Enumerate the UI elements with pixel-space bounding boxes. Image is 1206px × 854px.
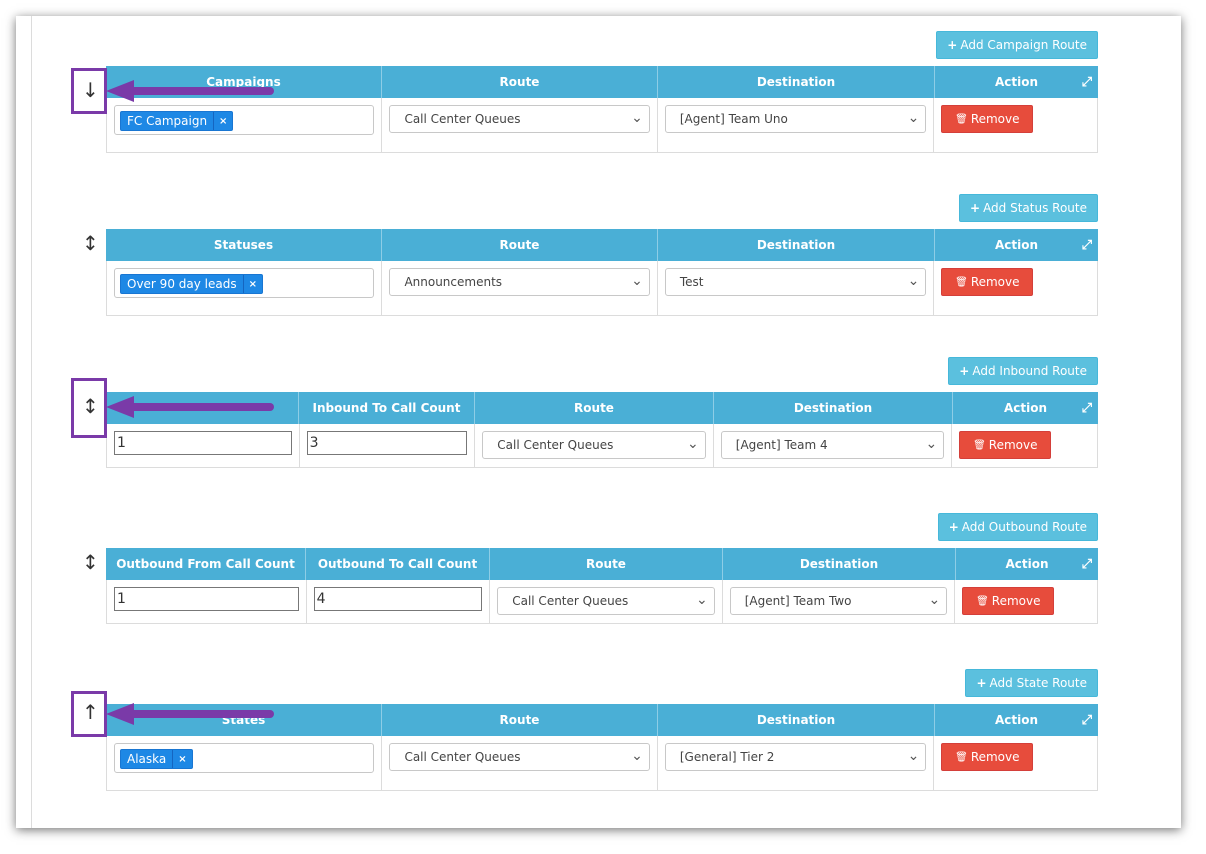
remove-button[interactable]: 🗑 Remove xyxy=(941,268,1034,296)
sort-down-icon[interactable]: ↓ xyxy=(82,80,99,100)
route-select[interactable]: Call Center Queues ⌄ xyxy=(497,587,715,615)
chevron-down-icon: ⌄ xyxy=(907,273,920,289)
sort-icon[interactable]: ↕ xyxy=(82,552,99,572)
remove-tag-icon[interactable]: × xyxy=(172,750,191,768)
col-destination: Destination xyxy=(714,392,953,424)
col-destination: Destination xyxy=(658,66,935,98)
route-select[interactable]: Call Center Queues ⌄ xyxy=(389,105,650,133)
chevron-down-icon: ⌄ xyxy=(696,592,708,608)
col-action: Action ⤢ xyxy=(994,713,1092,728)
add-status-route-button[interactable]: + Add Status Route xyxy=(959,194,1098,222)
add-campaign-route-button[interactable]: + Add Campaign Route xyxy=(936,31,1098,59)
sort-icon[interactable]: ↕ xyxy=(82,396,99,416)
destination-select[interactable]: Test ⌄ xyxy=(664,268,927,296)
plus-icon: + xyxy=(976,676,987,690)
sort-up-icon[interactable]: ↑ xyxy=(82,702,99,722)
remove-tag-icon[interactable]: × xyxy=(213,112,232,130)
col-inbound-to: Inbound To Call Count xyxy=(299,392,475,424)
outbound-to-input[interactable]: 4 xyxy=(313,587,483,611)
table-row: FC Campaign × Call Center Queues ⌄ [Agent… xyxy=(106,98,1098,153)
add-outbound-route-button[interactable]: + Add Outbound Route xyxy=(937,513,1098,541)
col-route: Route xyxy=(382,66,658,98)
chevron-down-icon: ⌄ xyxy=(907,748,920,764)
table-row: 1 3 Call Center Queues ⌄ [Agent] Team 4 ⌄ … xyxy=(106,424,1098,468)
table-row: Over 90 day leads × Announcements ⌄ Test ⌄… xyxy=(106,261,1098,316)
col-route: Route xyxy=(475,392,714,424)
route-select[interactable]: Call Center Queues ⌄ xyxy=(482,431,706,459)
col-route: Route xyxy=(382,704,658,736)
trash-icon: 🗑 xyxy=(955,751,968,763)
remove-button[interactable]: 🗑 Remove xyxy=(959,431,1052,459)
destination-select[interactable]: [General] Tier 2 ⌄ xyxy=(664,743,927,771)
annotation-arrow xyxy=(106,703,274,725)
col-destination: Destination xyxy=(658,704,935,736)
chevron-down-icon: ⌄ xyxy=(631,110,643,126)
chevron-down-icon: ⌄ xyxy=(925,436,938,452)
annotation-arrow xyxy=(106,80,274,102)
destination-select[interactable]: [Agent] Team Uno ⌄ xyxy=(664,105,927,133)
inbound-from-input[interactable]: 1 xyxy=(114,431,292,455)
chevron-down-icon: ⌄ xyxy=(907,110,920,126)
col-route: Route xyxy=(382,229,658,261)
col-outbound-to: Outbound To Call Count xyxy=(306,548,490,580)
inbound-to-input[interactable]: 3 xyxy=(306,431,468,455)
col-destination: Destination xyxy=(658,229,935,261)
left-divider xyxy=(31,16,32,828)
expand-icon[interactable]: ⤢ xyxy=(1082,401,1092,416)
status-tag: Over 90 day leads × xyxy=(120,274,263,294)
col-statuses: Statuses xyxy=(106,229,382,261)
table-row: Alaska × Call Center Queues ⌄ [General] T… xyxy=(106,736,1098,791)
route-select[interactable]: Announcements ⌄ xyxy=(389,268,650,296)
add-inbound-route-button[interactable]: + Add Inbound Route xyxy=(948,357,1098,385)
plus-icon: + xyxy=(970,201,981,215)
expand-icon[interactable]: ⤢ xyxy=(1082,557,1092,572)
chevron-down-icon: ⌄ xyxy=(631,748,643,764)
status-tag-input[interactable]: Over 90 day leads × xyxy=(114,268,375,298)
trash-icon: 🗑 xyxy=(955,113,968,125)
plus-icon: + xyxy=(959,364,970,378)
plus-icon: + xyxy=(948,520,959,534)
destination-select[interactable]: [Agent] Team Two ⌄ xyxy=(729,587,948,615)
destination-select[interactable]: [Agent] Team 4 ⌄ xyxy=(720,431,945,459)
outbound-from-input[interactable]: 1 xyxy=(114,587,299,611)
expand-icon[interactable]: ⤢ xyxy=(1082,713,1092,728)
chevron-down-icon: ⌄ xyxy=(631,273,643,289)
expand-icon[interactable]: ⤢ xyxy=(1082,238,1092,253)
state-tag-input[interactable]: Alaska × xyxy=(114,743,375,773)
remove-button[interactable]: 🗑 Remove xyxy=(962,587,1055,615)
trash-icon: 🗑 xyxy=(976,595,989,607)
col-action: Action ⤢ xyxy=(994,75,1092,90)
chevron-down-icon: ⌄ xyxy=(687,436,699,452)
col-route: Route xyxy=(490,548,723,580)
status-route-table: Statuses Route Destination Action ⤢ Over … xyxy=(106,229,1098,316)
sort-icon[interactable]: ↕ xyxy=(82,233,99,253)
outbound-route-table: Outbound From Call Count Outbound To Cal… xyxy=(106,548,1098,624)
plus-icon: + xyxy=(947,38,958,52)
campaign-tag: FC Campaign × xyxy=(120,111,234,131)
remove-tag-icon[interactable]: × xyxy=(242,275,262,293)
col-action: Action ⤢ xyxy=(1005,557,1092,572)
remove-button[interactable]: 🗑 Remove xyxy=(941,105,1034,133)
trash-icon: 🗑 xyxy=(973,439,986,451)
table-row: 1 4 Call Center Queues ⌄ [Agent] Team Two… xyxy=(106,580,1098,624)
campaign-tag-input[interactable]: FC Campaign × xyxy=(114,105,375,135)
chevron-down-icon: ⌄ xyxy=(928,592,941,608)
col-action: Action ⤢ xyxy=(994,238,1092,253)
col-action: Action ⤢ xyxy=(1003,401,1092,416)
trash-icon: 🗑 xyxy=(955,276,968,288)
expand-icon[interactable]: ⤢ xyxy=(1082,75,1092,90)
annotation-arrow xyxy=(106,396,274,418)
remove-button[interactable]: 🗑 Remove xyxy=(941,743,1034,771)
route-select[interactable]: Call Center Queues ⌄ xyxy=(389,743,650,771)
add-state-route-button[interactable]: + Add State Route xyxy=(965,669,1098,697)
state-tag: Alaska × xyxy=(120,749,193,769)
col-destination: Destination xyxy=(723,548,956,580)
col-outbound-from: Outbound From Call Count xyxy=(106,548,306,580)
